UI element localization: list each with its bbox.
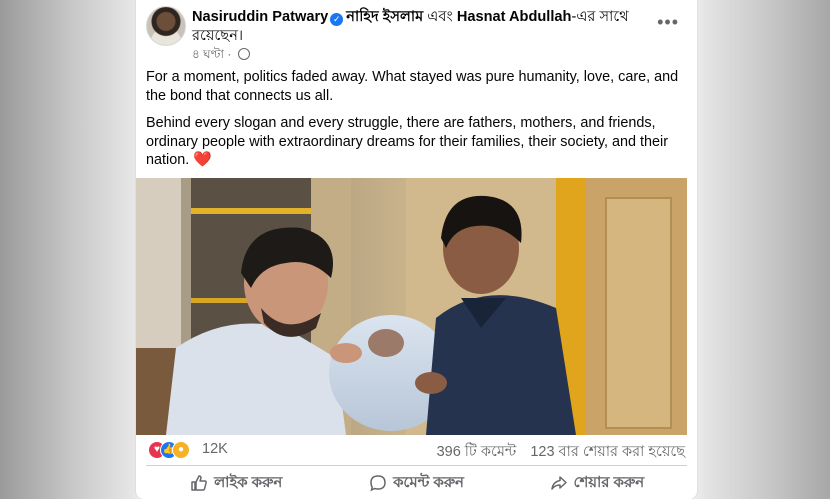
reaction-count[interactable]: 12K: [202, 441, 228, 457]
conjunction-text: এবং: [427, 9, 453, 25]
post-body: For a moment, politics faded away. What …: [146, 68, 684, 179]
avatar[interactable]: [146, 6, 186, 46]
comment-button[interactable]: কমেন্ট করুন: [326, 468, 506, 498]
heart-emoji: ❤️: [193, 151, 212, 168]
author-name[interactable]: Nasiruddin Patwary: [192, 9, 328, 25]
share-count[interactable]: 123 বার শেয়ার করা হয়েছে: [530, 444, 685, 460]
post-time[interactable]: ৪ ঘণ্টা: [192, 47, 224, 61]
share-arrow-icon: [550, 476, 567, 490]
like-button[interactable]: লাইক করুন: [146, 468, 326, 498]
post-card: Nasiruddin Patwary ✓ নাহিদ ইসলাম এবং Hasna…: [136, 0, 697, 499]
engagement-stats: 396 টি কমেন্ট 123 বার শেয়ার করা হয়েছে: [427, 441, 685, 465]
reactions-bar: ♥ 👍 ● 12K 396 টি কমেন্ট 123 বার শেয়ার ক…: [146, 440, 687, 460]
post-photo[interactable]: [136, 178, 687, 435]
comment-bubble-icon: [370, 475, 386, 492]
post-paragraph-2: Behind every slogan and every struggle, …: [146, 114, 684, 170]
more-options-icon[interactable]: •••: [657, 12, 679, 33]
meta-separator: ·: [227, 47, 232, 61]
thumbs-up-icon: [191, 475, 208, 491]
tagged-person-2[interactable]: Hasnat Abdullah: [457, 9, 572, 25]
globe-icon: [237, 48, 250, 60]
care-reaction-icon: ●: [172, 441, 190, 459]
verified-badge-icon: ✓: [330, 13, 344, 26]
post-heading: Nasiruddin Patwary ✓ নাহিদ ইসলাম এবং Hasna…: [192, 8, 632, 46]
action-bar: লাইক করুন কমেন্ট করুন শেয়ার করুন: [146, 468, 687, 498]
post-paragraph-2-text: Behind every slogan and every struggle, …: [146, 115, 669, 168]
post-header: Nasiruddin Patwary ✓ নাহিদ ইসলাম এবং Hasna…: [146, 6, 687, 61]
comment-button-label: কমেন্ট করুন: [393, 474, 464, 491]
share-button[interactable]: শেয়ার করুন: [507, 468, 687, 498]
post-paragraph-1: For a moment, politics faded away. What …: [146, 69, 679, 104]
post-meta: ৪ ঘণ্টা ·: [192, 46, 250, 66]
divider: [146, 465, 687, 466]
share-button-label: শেয়ার করুন: [573, 474, 645, 491]
tagged-person-1[interactable]: নাহিদ ইসলাম: [346, 9, 423, 25]
like-button-label: লাইক করুন: [214, 474, 283, 491]
photo-image: [136, 178, 687, 435]
comment-count[interactable]: 396 টি কমেন্ট: [437, 444, 517, 460]
